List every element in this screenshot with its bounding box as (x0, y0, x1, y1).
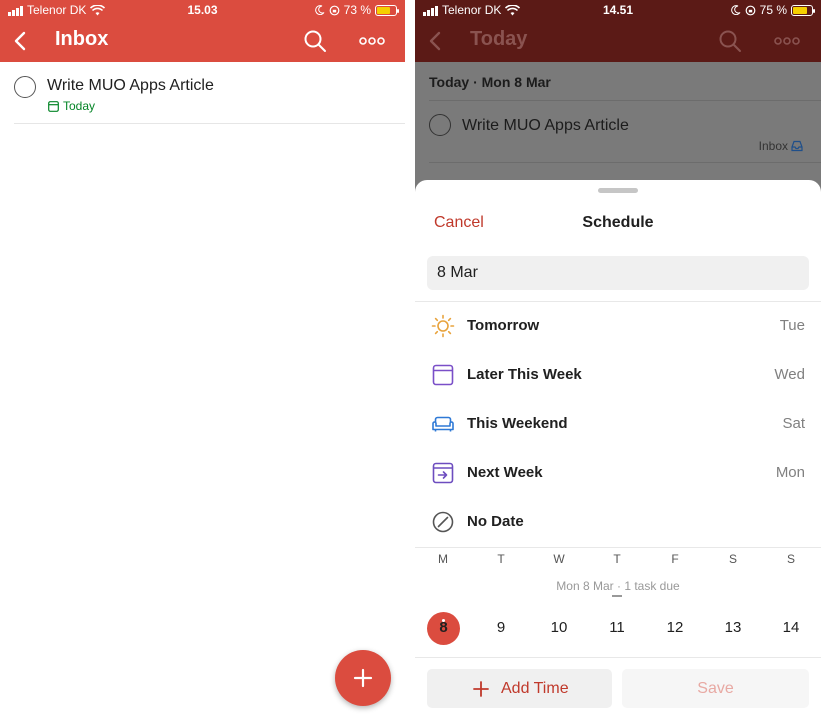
weekday-label: W (553, 552, 565, 566)
task-dot (442, 619, 445, 622)
search-icon[interactable] (717, 28, 743, 54)
rotation-lock-icon (745, 5, 756, 15)
add-task-button[interactable] (335, 650, 391, 706)
calendar-day[interactable]: 9 (481, 619, 521, 636)
moon-icon (730, 5, 741, 15)
task-row[interactable]: Write MUO Apps Article Today (14, 72, 405, 124)
task-due-label: Today (63, 99, 96, 113)
calendar-day[interactable]: 11 (597, 619, 637, 636)
option-label: Later This Week (467, 366, 582, 383)
calendar-day[interactable]: 14 (771, 619, 811, 636)
battery-icon (375, 4, 399, 16)
calendar-icon (48, 100, 59, 112)
option-later-this-week[interactable]: Later This Week Wed (415, 351, 821, 400)
option-day: Mon (775, 464, 805, 481)
back-arrow-icon[interactable] (8, 28, 34, 54)
task-project: Inbox (759, 139, 803, 153)
weekday-label: T (497, 552, 505, 566)
calendar-day[interactable]: 10 (539, 619, 579, 636)
rotation-lock-icon (329, 5, 340, 15)
plus-icon (353, 668, 373, 688)
page-title: Today (470, 28, 528, 50)
calendar-days: 8 9 10 11 12 13 14 (415, 612, 821, 646)
dimmed-task-list: Today · Mon 8 Mar Write MUO Apps Article… (415, 62, 821, 192)
schedule-screen: Telenor DK 14.51 75 % Today Today · Mon … (415, 0, 821, 720)
calendar-weekdays: M T W T F S S (415, 552, 821, 570)
calendar-day[interactable]: 13 (713, 619, 753, 636)
no-date-icon (432, 511, 454, 533)
app-header: Inbox (0, 22, 405, 62)
sun-icon (431, 314, 455, 338)
battery-percent: 73 % (343, 3, 371, 17)
battery-percent: 75 % (759, 3, 787, 17)
option-next-week[interactable]: Next Week Mon (415, 449, 821, 498)
inbox-screen: Telenor DK 15.03 73 % Inbox Write MUO Ap… (0, 0, 405, 720)
calendar-later-icon (432, 364, 454, 386)
sheet-grabber[interactable] (598, 188, 638, 193)
task-due-date: Today (48, 99, 95, 113)
back-arrow-icon[interactable] (423, 28, 449, 54)
option-this-weekend[interactable]: This Weekend Sat (415, 400, 821, 449)
next-week-icon (432, 462, 454, 484)
option-day: Tue (779, 317, 805, 334)
option-day: Sat (782, 415, 805, 432)
inbox-icon (791, 140, 803, 152)
section-header: Today · Mon 8 Mar (429, 74, 551, 90)
option-label: No Date (467, 513, 524, 530)
more-options-icon[interactable] (773, 32, 801, 50)
calendar-day-note: Mon 8 Mar · 1 task due (556, 579, 680, 593)
moon-icon (314, 5, 325, 15)
task-project-label: Inbox (758, 139, 788, 153)
option-label: Tomorrow (467, 317, 540, 334)
plus-icon (473, 681, 489, 697)
status-bar: Telenor DK 14.51 75 % (415, 0, 821, 22)
add-time-button[interactable]: Add Time (427, 669, 612, 708)
calendar-day-selected[interactable]: 8 (427, 612, 460, 645)
option-label: Next Week (467, 464, 543, 481)
option-day: Wed (774, 366, 805, 383)
schedule-sheet: Cancel Schedule Tomorrow Tue Later (415, 180, 821, 720)
save-button[interactable]: Save (622, 669, 809, 708)
date-input[interactable] (427, 256, 809, 290)
sheet-title: Schedule (582, 214, 654, 231)
weekday-label: F (671, 552, 679, 566)
add-time-label: Add Time (501, 680, 569, 697)
weekday-label: S (786, 552, 795, 566)
weekday-label: S (728, 552, 737, 566)
option-tomorrow[interactable]: Tomorrow Tue (415, 302, 821, 351)
status-bar: Telenor DK 15.03 73 % (0, 0, 405, 22)
task-complete-checkbox (429, 114, 451, 136)
task-complete-checkbox[interactable] (14, 76, 36, 98)
weekday-label: T (613, 552, 621, 566)
page-title: Inbox (55, 28, 109, 50)
calendar-day[interactable]: 12 (655, 619, 695, 636)
task-title: Write MUO Apps Article (462, 117, 629, 134)
search-icon[interactable] (302, 28, 328, 54)
app-header: Today (415, 22, 821, 62)
more-options-icon[interactable] (358, 32, 386, 50)
couch-icon (432, 416, 454, 432)
task-title: Write MUO Apps Article (47, 77, 214, 94)
option-no-date[interactable]: No Date (415, 498, 821, 547)
battery-icon (791, 4, 815, 16)
weekday-label: M (438, 552, 448, 566)
option-label: This Weekend (467, 415, 568, 432)
